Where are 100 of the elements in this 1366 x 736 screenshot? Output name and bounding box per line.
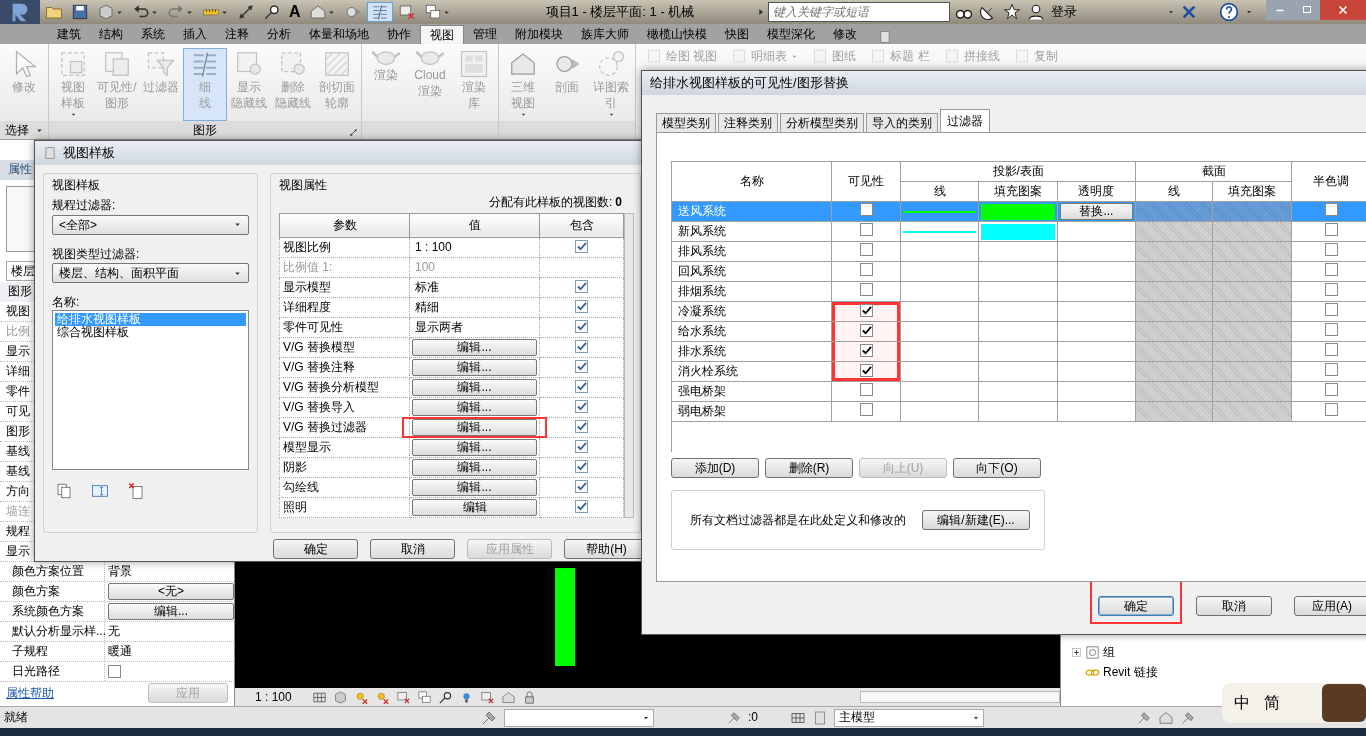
checkbox[interactable] <box>575 459 588 473</box>
ribbon-tab[interactable]: 体量和场地 <box>300 25 378 44</box>
checkbox[interactable] <box>859 263 873 277</box>
checkbox[interactable] <box>859 203 873 217</box>
dialog-button[interactable]: 添加(D) <box>671 458 759 478</box>
checkbox[interactable] <box>1324 383 1338 397</box>
checkbox[interactable] <box>1324 343 1338 357</box>
checkbox[interactable] <box>575 499 588 513</box>
checkbox[interactable] <box>108 665 121 678</box>
checkbox[interactable] <box>575 479 588 493</box>
quick-access-button[interactable]: A <box>286 2 304 22</box>
search-field[interactable]: 键入关键字或短语 <box>767 2 950 22</box>
dialog-button[interactable]: 应用(A) <box>1294 596 1366 616</box>
checkbox[interactable] <box>575 239 588 253</box>
vertical-scrollbar[interactable] <box>624 212 634 518</box>
edit-button[interactable]: 编辑... <box>412 338 537 356</box>
checkbox[interactable] <box>1324 403 1338 417</box>
dialog-tab[interactable]: 导入的类别 <box>866 113 938 132</box>
workset-dropdown[interactable] <box>504 708 654 727</box>
checkbox[interactable] <box>1324 363 1338 377</box>
browser-item[interactable]: Revit 链接 <box>1103 664 1158 680</box>
dialog-button[interactable]: 取消 <box>1196 596 1272 616</box>
filter-name[interactable]: 给水系统 <box>671 321 832 342</box>
fill-swatch[interactable] <box>980 223 1055 240</box>
checkbox[interactable] <box>1324 323 1338 337</box>
browser-item[interactable]: 组 <box>1103 644 1115 660</box>
ribbon-tab[interactable]: 协作 <box>378 25 420 44</box>
dialog-button[interactable]: 确定 <box>273 539 358 559</box>
dialog-button[interactable]: 取消 <box>370 539 455 559</box>
ime-mode[interactable]: 中 <box>1234 693 1250 713</box>
help-link[interactable]: 属性帮助 <box>6 685 54 701</box>
ribbon-tab[interactable]: 分析 <box>258 25 300 44</box>
ribbon-tab[interactable]: 族库大师 <box>572 25 638 44</box>
ribbon-tab[interactable]: 结构 <box>90 25 132 44</box>
checkbox[interactable] <box>859 383 873 397</box>
filter-name[interactable]: 排烟系统 <box>671 281 832 302</box>
close-button[interactable] <box>1320 0 1366 20</box>
filter-name[interactable]: 弱电桥架 <box>671 401 832 422</box>
sign-in-link[interactable]: 登录 <box>1050 4 1161 20</box>
ime-mode[interactable]: 简 <box>1264 693 1280 713</box>
dialog-tab[interactable]: 模型类别 <box>656 113 716 132</box>
edit-button[interactable]: 编辑... <box>412 398 537 416</box>
view-type-dropdown[interactable]: 楼层、结构、面积平面 <box>52 263 249 284</box>
ribbon-tab[interactable]: 系统 <box>132 25 174 44</box>
dialog-tab[interactable]: 分析模型类别 <box>780 113 864 132</box>
ribbon-tab[interactable]: 注释 <box>216 25 258 44</box>
checkbox[interactable] <box>859 403 873 417</box>
checkbox[interactable] <box>575 419 588 433</box>
checkbox[interactable] <box>859 323 873 337</box>
filter-name[interactable]: 强电桥架 <box>671 381 832 402</box>
checkbox[interactable] <box>575 379 588 393</box>
ribbon-tab[interactable]: 建筑 <box>48 25 90 44</box>
dialog-tab[interactable]: 注释类别 <box>718 113 778 132</box>
checkbox[interactable] <box>1324 203 1338 217</box>
checkbox[interactable] <box>1324 243 1338 257</box>
property-button[interactable]: <无> <box>108 583 234 600</box>
line-swatch[interactable] <box>903 230 976 233</box>
discipline-dropdown[interactable]: <全部> <box>52 214 249 235</box>
checkbox[interactable] <box>575 359 588 373</box>
checkbox[interactable] <box>575 279 588 293</box>
filter-name[interactable]: 冷凝系统 <box>671 301 832 322</box>
ribbon-tab[interactable]: 快图 <box>716 25 758 44</box>
edit-new-button[interactable]: 编辑/新建(E)... <box>922 510 1030 530</box>
checkbox[interactable] <box>859 303 873 317</box>
checkbox[interactable] <box>1324 303 1338 317</box>
checkbox[interactable] <box>1324 283 1338 297</box>
dialog-button[interactable]: 删除(R) <box>765 458 853 478</box>
checkbox[interactable] <box>859 343 873 357</box>
view-scale[interactable]: 1 : 100 <box>255 689 292 705</box>
edit-button[interactable]: 编辑... <box>412 478 537 496</box>
edit-button[interactable]: 编辑 <box>412 498 537 516</box>
edit-button[interactable]: 编辑... <box>412 358 537 376</box>
filter-name[interactable]: 消火栓系统 <box>671 361 832 382</box>
checkbox[interactable] <box>575 319 588 333</box>
dialog-button[interactable]: 向下(O) <box>953 458 1041 478</box>
checkbox[interactable] <box>575 299 588 313</box>
edit-button[interactable]: 编辑... <box>412 378 537 396</box>
checkbox[interactable] <box>575 339 588 353</box>
checkbox[interactable] <box>1324 263 1338 277</box>
filter-name[interactable]: 排风系统 <box>671 241 832 262</box>
horizontal-scrollbar[interactable] <box>860 691 1060 703</box>
checkbox[interactable] <box>859 283 873 297</box>
ribbon-tab[interactable]: 管理 <box>464 25 506 44</box>
maximize-button[interactable] <box>1294 0 1320 20</box>
ribbon-tab[interactable]: 橄榄山快模 <box>638 25 716 44</box>
dialog-tab[interactable]: 过滤器 <box>940 109 990 132</box>
property-button[interactable]: 编辑... <box>108 603 234 620</box>
application-menu-button[interactable] <box>0 0 40 24</box>
filter-name[interactable]: 排水系统 <box>671 341 832 362</box>
checkbox[interactable] <box>575 399 588 413</box>
checkbox[interactable] <box>859 363 873 377</box>
filter-name[interactable]: 新风系统 <box>671 221 832 242</box>
checkbox[interactable] <box>1324 223 1338 237</box>
checkbox[interactable] <box>575 439 588 453</box>
fill-swatch[interactable] <box>980 203 1055 220</box>
dialog-button[interactable]: 确定 <box>1098 596 1174 616</box>
filter-name[interactable]: 回风系统 <box>671 261 832 282</box>
ribbon-tab[interactable]: 模型深化 <box>758 25 824 44</box>
edit-button[interactable]: 编辑... <box>412 438 537 456</box>
checkbox[interactable] <box>859 243 873 257</box>
